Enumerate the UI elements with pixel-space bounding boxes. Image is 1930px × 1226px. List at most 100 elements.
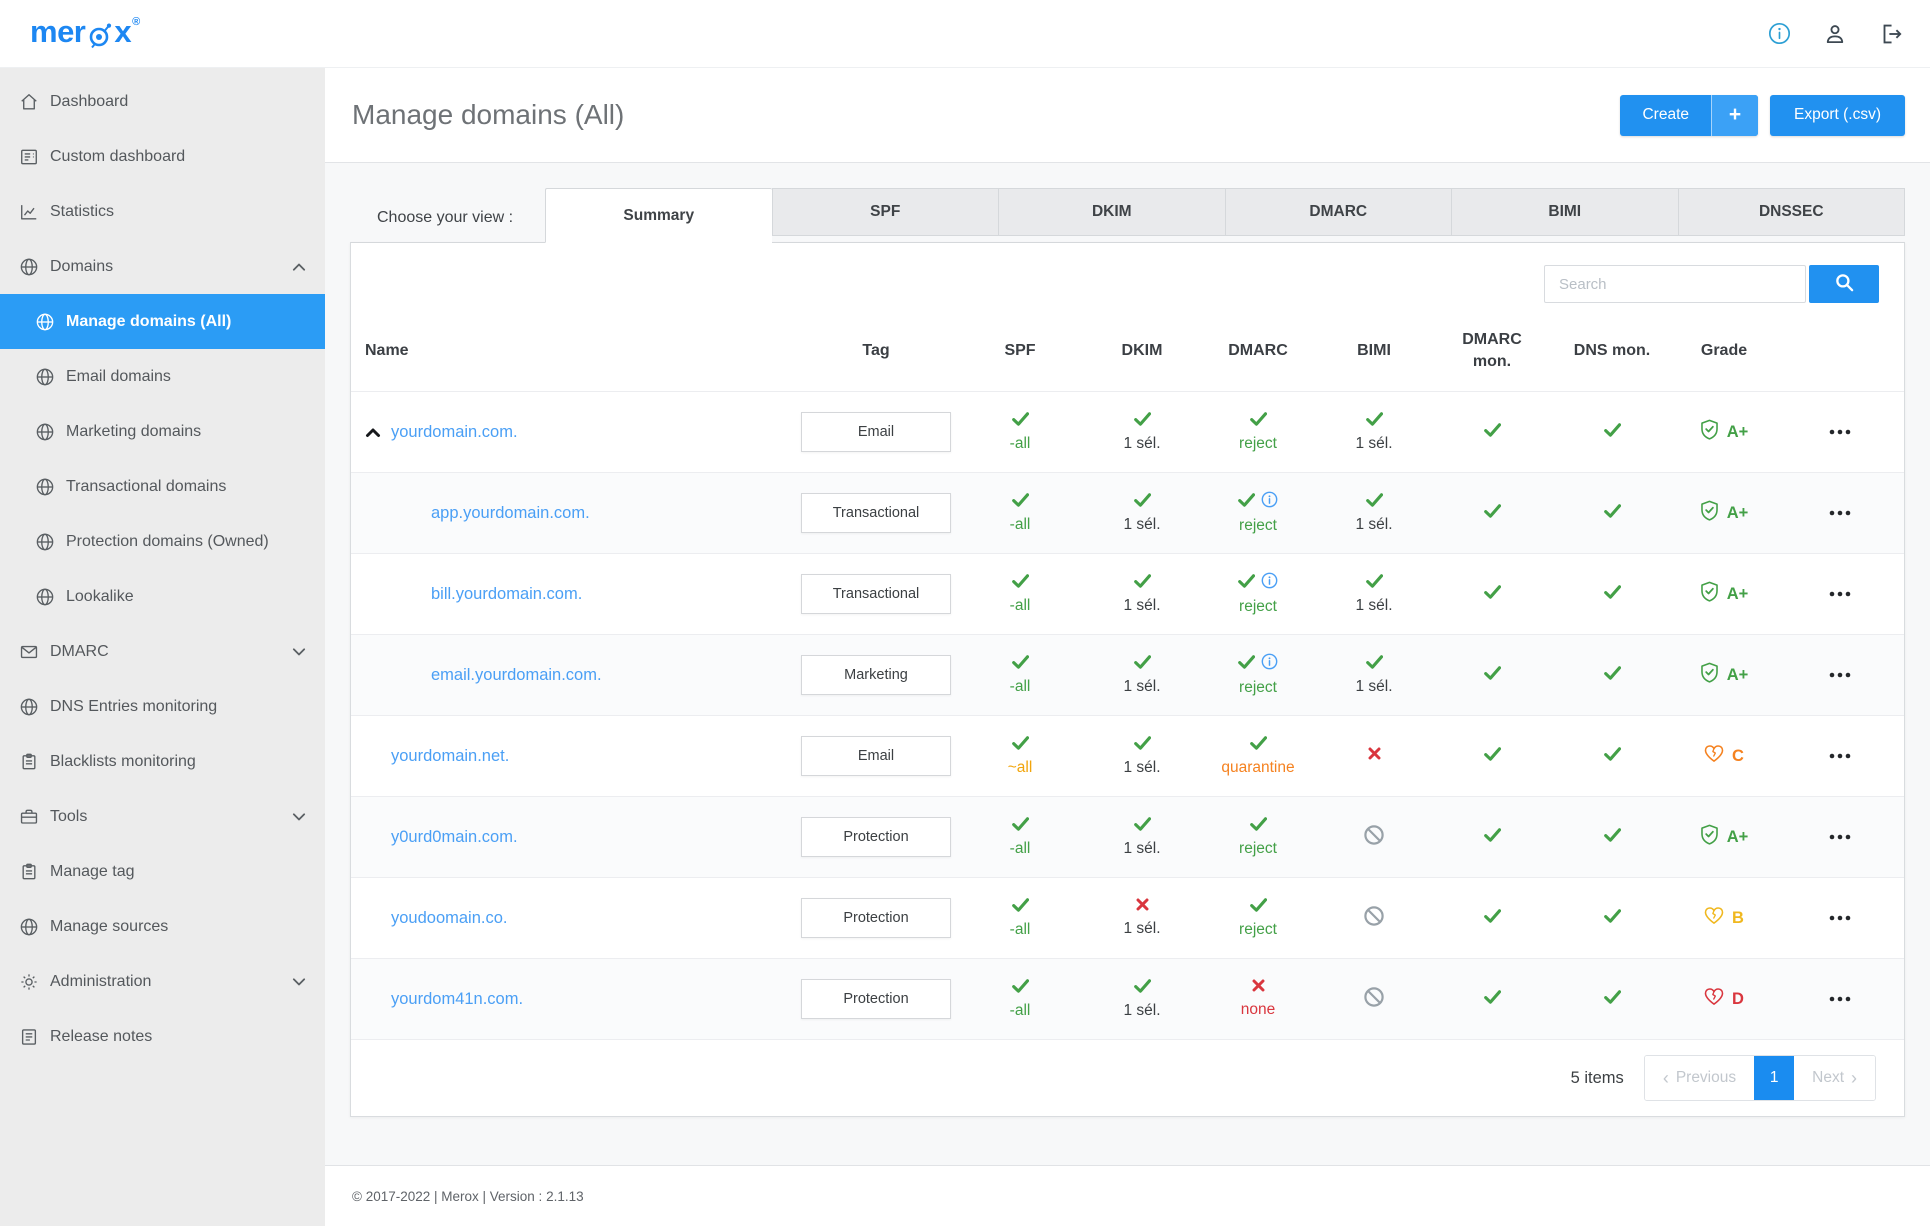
tag-cell: Marketing: [796, 655, 956, 695]
globe-icon: [18, 917, 40, 937]
sidebar-item-dmarc[interactable]: DMARC: [0, 624, 325, 679]
row-actions-button[interactable]: [1822, 504, 1858, 522]
row-actions-button[interactable]: [1822, 423, 1858, 441]
domain-link[interactable]: app.yourdomain.com.: [431, 504, 590, 523]
domain-link[interactable]: yourdom41n.com.: [391, 990, 523, 1009]
info-icon[interactable]: [1261, 653, 1278, 675]
domain-name-cell: bill.yourdomain.com.: [351, 585, 796, 604]
tag-badge: Email: [801, 736, 951, 776]
dns-mon-status-cell: [1552, 503, 1672, 523]
row-actions-button[interactable]: [1822, 585, 1858, 603]
sidebar-item-manage-domains-all[interactable]: Manage domains (All): [0, 294, 325, 349]
info-icon[interactable]: [1261, 572, 1278, 594]
items-count: 5 items: [1570, 1068, 1624, 1087]
tab-dkim[interactable]: DKIM: [998, 188, 1225, 236]
row-actions-button[interactable]: [1822, 828, 1858, 846]
check-icon: [1011, 573, 1029, 593]
row-actions-button[interactable]: [1822, 666, 1858, 684]
tag-badge: Transactional: [801, 493, 951, 533]
export-csv-button[interactable]: Export (.csv): [1770, 94, 1905, 136]
domain-link[interactable]: y0urd0main.com.: [391, 828, 518, 847]
page-title: Manage domains (All): [352, 99, 625, 130]
tab-dmarc[interactable]: DMARC: [1224, 188, 1451, 236]
chevron-up-icon: [292, 262, 306, 271]
logo-target-icon: [86, 18, 113, 55]
dkim-status-cell: 1 sél.: [1084, 978, 1200, 1020]
tab-dnssec[interactable]: DNSSEC: [1677, 188, 1905, 236]
domains-table: Name Tag SPF DKIM DMARC BIMI DMARC mon. DNS mon…: [351, 311, 1904, 1039]
domain-link[interactable]: bill.yourdomain.com.: [431, 585, 582, 604]
sidebar-item-custom-dashboard[interactable]: Custom dashboard: [0, 129, 325, 184]
sidebar-item-administration[interactable]: Administration: [0, 954, 325, 1009]
row-actions-button[interactable]: [1822, 747, 1858, 765]
dmarc-mon-status-cell: [1432, 746, 1552, 766]
search-button[interactable]: [1809, 265, 1879, 303]
domain-link[interactable]: yourdomain.net.: [391, 747, 509, 766]
check-icon: [1133, 654, 1151, 674]
actions-cell: [1776, 990, 1904, 1008]
sidebar-item-manage-sources[interactable]: Manage sources: [0, 899, 325, 954]
dns-mon-status-cell: [1552, 827, 1672, 847]
search-icon: [1834, 272, 1855, 296]
search-input[interactable]: [1544, 265, 1806, 303]
pagination-page-1[interactable]: 1: [1754, 1056, 1795, 1100]
sidebar-item-domains[interactable]: Domains: [0, 239, 325, 294]
tag-badge: Marketing: [801, 655, 951, 695]
check-icon: [1011, 411, 1029, 431]
sidebar-item-email-domains[interactable]: Email domains: [0, 349, 325, 404]
actions-cell: [1776, 666, 1904, 684]
tab-spf[interactable]: SPF: [771, 188, 998, 236]
sidebar-item-transactional-domains[interactable]: Transactional domains: [0, 459, 325, 514]
user-icon[interactable]: [1822, 21, 1848, 47]
sidebar-item-manage-tag[interactable]: Manage tag: [0, 844, 325, 899]
gear-icon: [18, 972, 40, 992]
clipboard-icon: [18, 752, 40, 772]
pagination-previous-button[interactable]: ‹ Previous: [1644, 1056, 1755, 1100]
info-icon[interactable]: [1261, 491, 1278, 513]
x-icon: [1368, 747, 1381, 765]
tab-summary[interactable]: Summary: [545, 188, 772, 243]
sidebar-item-protection-domains-owned[interactable]: Protection domains (Owned): [0, 514, 325, 569]
check-icon: [1238, 492, 1256, 512]
grade-cell: A+: [1672, 662, 1776, 688]
shield-check-icon: [1700, 824, 1719, 850]
domain-link[interactable]: yourdomain.com.: [391, 423, 518, 442]
domains-card: Name Tag SPF DKIM DMARC BIMI DMARC mon. DNS mon…: [350, 242, 1905, 1117]
check-icon: [1603, 827, 1621, 847]
sidebar-item-statistics[interactable]: Statistics: [0, 184, 325, 239]
check-icon: [1011, 897, 1029, 917]
shield-check-icon: [1700, 662, 1719, 688]
create-button[interactable]: Create +: [1620, 94, 1759, 136]
check-icon: [1603, 746, 1621, 766]
dkim-status-cell: 1 sél.: [1084, 735, 1200, 777]
sidebar-item-release-notes[interactable]: Release notes: [0, 1009, 325, 1064]
info-icon[interactable]: [1767, 21, 1792, 46]
tab-bimi[interactable]: BIMI: [1451, 188, 1678, 236]
bimi-status-cell: 1 sél.: [1316, 492, 1432, 534]
sidebar-item-marketing-domains[interactable]: Marketing domains: [0, 404, 325, 459]
pager: ‹ Previous 1 Next ›: [1643, 1055, 1876, 1101]
heart-crack-icon: [1704, 744, 1724, 768]
sidebar-item-tools[interactable]: Tools: [0, 789, 325, 844]
check-icon: [1483, 746, 1501, 766]
sidebar-item-dashboard[interactable]: Dashboard: [0, 74, 325, 129]
sidebar-item-lookalike[interactable]: Lookalike: [0, 569, 325, 624]
row-actions-button[interactable]: [1822, 909, 1858, 927]
sidebar-item-dns-entries-monitoring[interactable]: DNS Entries monitoring: [0, 679, 325, 734]
globe-icon: [18, 697, 40, 717]
merox-logo[interactable]: mer x ®: [30, 12, 140, 55]
dmarc-mon-status-cell: [1432, 665, 1552, 685]
sidebar-item-blacklists-monitoring[interactable]: Blacklists monitoring: [0, 734, 325, 789]
domain-link[interactable]: youdoomain.co.: [391, 909, 508, 928]
domain-link[interactable]: email.yourdomain.com.: [431, 666, 602, 685]
grade-cell: B: [1672, 906, 1776, 930]
collapse-caret-icon[interactable]: [365, 427, 381, 438]
check-icon: [1483, 422, 1501, 442]
pagination-next-button[interactable]: Next ›: [1794, 1056, 1875, 1100]
tag-cell: Protection: [796, 817, 956, 857]
row-actions-button[interactable]: [1822, 990, 1858, 1008]
check-icon: [1249, 816, 1267, 836]
logout-icon[interactable]: [1878, 21, 1904, 47]
copyright-text: © 2017-2022 | Merox | Version : 2.1.13: [352, 1188, 584, 1204]
table-row: youdoomain.co. Protection -all 1 sél. reject…: [351, 877, 1904, 958]
